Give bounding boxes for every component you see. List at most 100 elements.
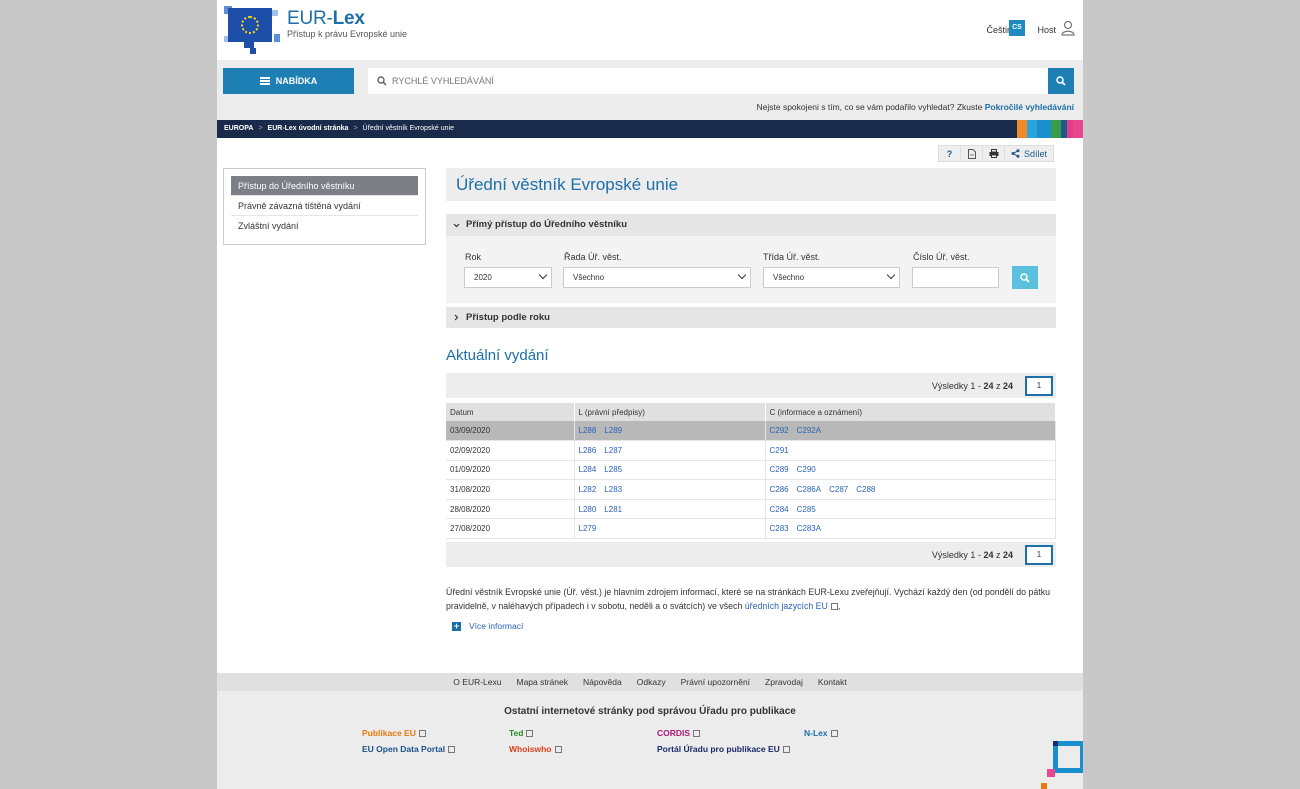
other-sites-title: Ostatní internetové stránky pod správou … [504,706,796,717]
issue-c-cell: C284 C285 [765,499,1056,520]
issue-link[interactable]: C283 [770,524,789,533]
other-site-link[interactable]: EU Open Data Portal [362,744,456,754]
footer-link-sitemap[interactable]: Mapa stránek [516,673,568,691]
number-input[interactable] [912,267,999,288]
issue-link[interactable]: C284 [770,505,789,514]
column-header-date[interactable]: Datum [446,403,575,421]
issue-link[interactable]: L287 [604,446,622,455]
issue-link[interactable]: L289 [604,426,622,435]
direct-access-header[interactable]: Přímý přístup do Úředního věstníku [446,214,1056,236]
page-number-button[interactable]: 1 [1025,376,1053,396]
year-label: Rok [465,252,482,262]
official-languages-link[interactable]: úředních jazycích EU [745,601,838,611]
other-site-link[interactable]: N-Lex [804,728,838,738]
main-content: Úřední věstník Evropské unie Přímý příst… [446,168,1056,631]
table-row: 02/09/2020 L286 L287 C291 [446,440,1056,461]
more-info-link[interactable]: + Více informací [452,621,1056,631]
issue-link[interactable]: L284 [579,465,597,474]
issue-link[interactable]: L280 [579,505,597,514]
issue-c-cell: C289 C290 [765,460,1056,481]
issue-date: 27/08/2020 [446,518,575,540]
print-icon [989,149,998,158]
eurlex-logo[interactable] [224,6,280,54]
pdf-button[interactable] [961,146,983,161]
series-select[interactable]: Všechno [563,267,751,288]
language-code-badge[interactable]: CS [1009,20,1025,36]
advanced-search-link[interactable]: Pokročilé vyhledávání [985,102,1074,112]
issue-link[interactable]: C287 [829,485,848,494]
issue-link[interactable]: C289 [770,465,789,474]
class-select[interactable]: Všechno [763,267,900,288]
issue-link[interactable]: C290 [797,465,816,474]
issue-link[interactable]: L282 [579,485,597,494]
footer-link-help[interactable]: Nápověda [583,673,622,691]
nav-item-printed-editions[interactable]: Právně závazná tištěná vydání [231,196,418,216]
help-button[interactable]: ? [939,146,961,161]
other-site-link[interactable]: Publikace EU [362,728,426,738]
breadcrumb-eurlex-home[interactable]: EUR-Lex úvodní stránka [268,125,349,132]
footer-link-contact[interactable]: Kontakt [818,673,847,691]
page-number-button[interactable]: 1 [1025,545,1053,566]
issue-link[interactable]: C286 [770,485,789,494]
issue-link[interactable]: L279 [579,524,597,533]
breadcrumb-europa[interactable]: EUROPA [224,125,253,132]
column-header-c-series[interactable]: C (informace a oznámení) [765,403,1056,421]
other-site-link[interactable]: Ted [509,728,534,738]
year-select[interactable]: 2020 [464,267,552,288]
external-link-icon [526,730,534,737]
search-submit-button[interactable] [1048,68,1074,94]
user-icon[interactable] [1061,20,1075,36]
issue-link[interactable]: L283 [604,485,622,494]
issue-link[interactable]: C292A [797,426,821,435]
table-row: 01/09/2020 L284 L285 C289 C290 [446,460,1056,481]
left-navigation: Přístup do Úředního věstníku Právně záva… [223,168,426,245]
issue-link[interactable]: L288 [579,426,597,435]
issue-link[interactable]: C286A [797,485,821,494]
results-pager-top: Výsledky 1 - 24 z 24 1 [446,373,1056,398]
external-link-icon [693,730,701,737]
issue-link[interactable]: C292 [770,426,789,435]
issue-l-cell: L284 L285 [574,460,766,481]
issue-c-cell: C292 C292A [765,421,1056,442]
footer-link-newsletter[interactable]: Zpravodaj [765,673,803,691]
current-issues-title: Aktuální vydání [446,347,549,364]
search-icon [1056,76,1066,86]
table-row: 03/09/2020 L288 L289 C292 C292A [446,421,1056,442]
by-year-header[interactable]: Přístup podle roku [446,307,1056,328]
issue-link[interactable]: L285 [604,465,622,474]
plus-icon: + [452,620,461,631]
table-row: 27/08/2020 L279 C283 C283A [446,518,1056,540]
issue-c-cell: C286 C286A C287 C288 [765,479,1056,500]
footer-link-about[interactable]: O EUR-Lexu [453,673,501,691]
share-button[interactable]: Sdílet [1005,146,1053,161]
chevron-down-icon [453,223,460,227]
issue-link[interactable]: L286 [579,446,597,455]
footer-link-links[interactable]: Odkazy [637,673,666,691]
issue-link[interactable]: C288 [856,485,875,494]
print-button[interactable] [983,146,1005,161]
issue-link[interactable]: C285 [797,505,816,514]
other-site-link[interactable]: CORDIS [657,728,701,738]
quick-search-input[interactable] [392,68,1042,94]
issues-table: Datum L (právní předpisy) C (informace a… [446,403,1056,540]
issue-l-cell: L288 L289 [574,421,766,442]
external-link-icon [418,730,426,737]
direct-access-search-button[interactable] [1012,266,1038,289]
issue-link[interactable]: C283A [797,524,821,533]
nav-item-special-edition[interactable]: Zvláštní vydání [231,216,418,236]
direct-access-form: Rok 2020 Řada Úř. věst. Všechno Třída Úř… [446,236,1056,303]
issue-link[interactable]: C291 [770,446,789,455]
class-label: Třída Úř. věst. [763,252,821,262]
decorative-color-bar [1017,120,1083,138]
issue-link[interactable]: L281 [604,505,622,514]
other-site-link[interactable]: Whoiswho [509,744,562,754]
footer-link-legal[interactable]: Právní upozornění [681,673,750,691]
nav-item-oj-access[interactable]: Přístup do Úředního věstníku [231,176,418,196]
other-site-link[interactable]: Portál Úřadu pro publikace EU [657,744,790,754]
column-header-l-series[interactable]: L (právní předpisy) [574,403,766,421]
chevron-down-icon [886,270,896,280]
user-login[interactable]: Host [1037,25,1056,35]
menu-button[interactable]: NABÍDKA [223,68,354,94]
page-title: Úřední věstník Evropské unie [446,168,1056,201]
brand-title: EUR-Lex [287,8,365,29]
